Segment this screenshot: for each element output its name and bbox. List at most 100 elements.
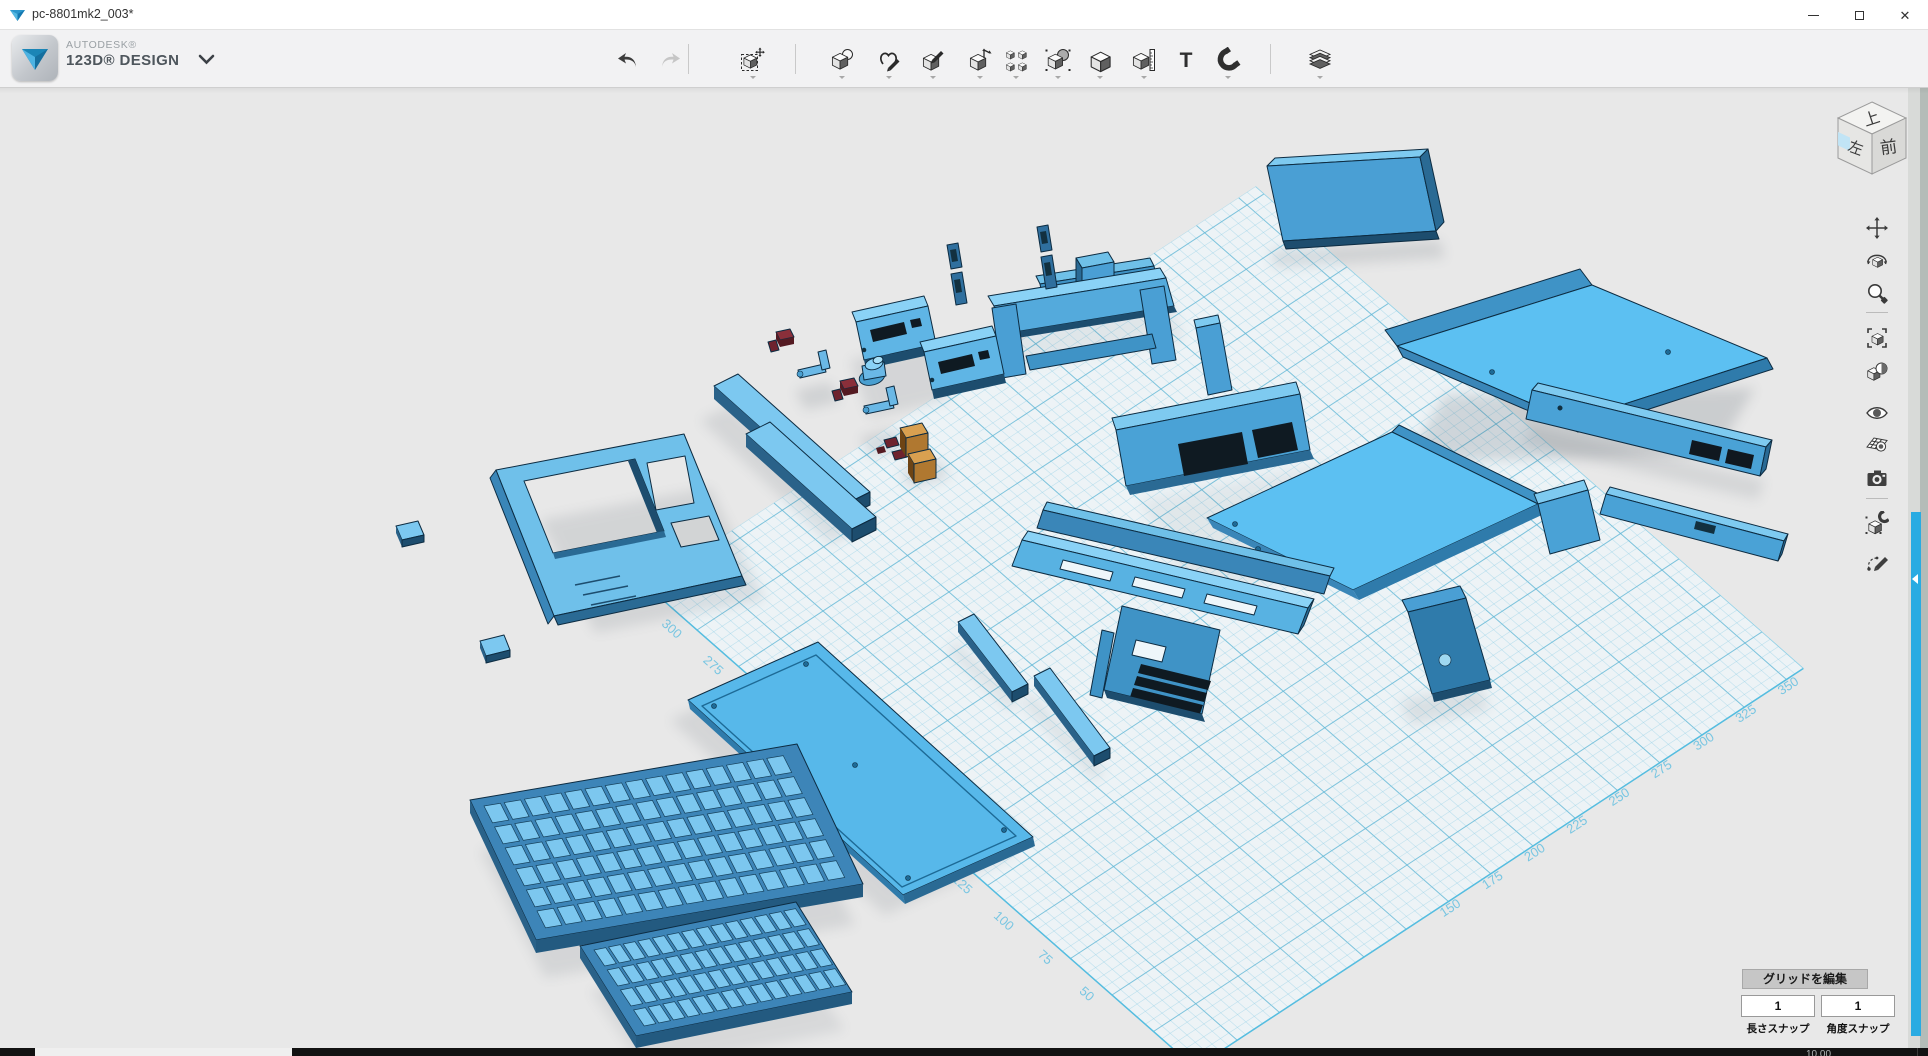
fit-icon <box>1865 326 1889 350</box>
maximize-icon <box>1855 11 1864 20</box>
angle-snap-input[interactable] <box>1821 995 1895 1017</box>
length-snap-label: 長さスナップ <box>1741 1021 1815 1036</box>
orbit-icon <box>1865 249 1889 273</box>
svg-text:T: T <box>1180 49 1193 72</box>
viewport-scene[interactable]: 1501752002252502753003253503002752502252… <box>0 88 1928 1048</box>
minimize-button[interactable] <box>1790 0 1836 30</box>
app-window: pc-8801mk2_003* ✕ AUTODESK® 123D® DESIGN… <box>0 0 1928 1056</box>
grid-visibility-button[interactable] <box>1863 429 1891 457</box>
pattern-button[interactable] <box>999 41 1033 79</box>
snap-box-button[interactable] <box>1863 509 1891 537</box>
app-logo[interactable] <box>12 35 58 81</box>
zoom-icon <box>1865 281 1889 305</box>
app-icon <box>9 8 26 23</box>
window-title: pc-8801mk2_003* <box>32 7 133 21</box>
fit-button[interactable] <box>1863 324 1891 352</box>
zoom-button[interactable] <box>1863 279 1891 307</box>
viewcube-front-label[interactable]: 前 <box>1879 137 1898 158</box>
construct-button[interactable] <box>916 41 950 79</box>
sketch-edit-icon <box>1865 549 1889 573</box>
primitives-icon <box>829 47 855 73</box>
app-header: AUTODESK® 123D® DESIGN T プレミアム版登録 (商業利用向… <box>0 30 1928 88</box>
orbit-button[interactable] <box>1863 247 1891 275</box>
brand-autodesk: AUTODESK® <box>66 39 179 52</box>
hide-button[interactable] <box>1863 399 1891 427</box>
dropdown-caret-icon <box>930 76 936 79</box>
screenshot-icon <box>1865 466 1889 490</box>
left-axis-label: 50 <box>1077 983 1098 1004</box>
measure-button[interactable] <box>1127 41 1161 79</box>
left-axis-label: 100 <box>991 908 1017 934</box>
grid-visibility-icon <box>1865 431 1889 455</box>
nav-toolbar-separator <box>1866 312 1888 313</box>
close-icon: ✕ <box>1900 9 1911 22</box>
toolbar-separator <box>795 44 796 74</box>
panel-handle[interactable] <box>1911 512 1921 1036</box>
dropdown-caret-icon <box>977 76 983 79</box>
dropdown-caret-icon <box>1225 76 1231 79</box>
length-snap-input[interactable] <box>1741 995 1815 1017</box>
part-back-panel[interactable] <box>1267 149 1444 249</box>
undo-button[interactable] <box>611 41 645 79</box>
brand-123d-design: 123D® DESIGN <box>66 52 179 71</box>
group-button[interactable] <box>1041 41 1075 79</box>
dropdown-caret-icon <box>1055 76 1061 79</box>
group-icon <box>1045 47 1071 73</box>
transform-move-icon <box>740 47 766 73</box>
shade-button[interactable] <box>1863 358 1891 386</box>
hide-icon <box>1865 401 1889 425</box>
dropdown-caret-icon <box>1141 76 1147 79</box>
minimize-icon <box>1808 15 1819 16</box>
autodesk-triangle-icon <box>12 35 58 81</box>
construct-icon <box>920 47 946 73</box>
text-icon: T <box>1173 47 1199 73</box>
dropdown-caret-icon <box>1097 76 1103 79</box>
brand-block: AUTODESK® 123D® DESIGN <box>66 39 179 71</box>
toolbar-separator <box>1270 44 1271 74</box>
combine-icon <box>1087 47 1113 73</box>
modify-icon <box>967 47 993 73</box>
primitives-button[interactable] <box>825 41 859 79</box>
pattern-icon <box>1003 47 1029 73</box>
snap-icon <box>1215 47 1241 73</box>
dropdown-caret-icon <box>1317 76 1323 79</box>
toolbar-separator <box>688 44 689 74</box>
dropdown-caret-icon <box>750 76 756 79</box>
pan-button[interactable] <box>1863 214 1891 242</box>
bottom-bar: 10.00 <box>0 1048 1928 1056</box>
viewport[interactable]: 1501752002252502753003253503002752502252… <box>0 88 1928 1048</box>
nav-toolbar-separator <box>1866 498 1888 499</box>
redo-button[interactable] <box>653 41 687 79</box>
sketch-icon <box>876 47 902 73</box>
redo-icon <box>657 47 683 73</box>
right-gutter-edge <box>1920 88 1928 1048</box>
view-cube[interactable]: 上 左 前 <box>1830 98 1914 182</box>
left-axis-label: 275 <box>700 652 726 678</box>
bottom-bar-divider <box>1917 1048 1918 1056</box>
clipped-bottom-text: 10.00 <box>1806 1049 1831 1056</box>
measure-icon <box>1131 47 1157 73</box>
left-axis-label: 75 <box>1035 947 1056 968</box>
material-icon <box>1307 47 1333 73</box>
undo-icon <box>615 47 641 73</box>
combine-button[interactable] <box>1083 41 1117 79</box>
shade-icon <box>1865 360 1889 384</box>
main-menu-chevron-icon[interactable] <box>198 54 215 65</box>
snap-button[interactable] <box>1211 41 1245 79</box>
pan-icon <box>1865 216 1889 240</box>
grid-edit-button[interactable]: グリッドを編集 <box>1742 969 1868 989</box>
panel-open-arrow-icon <box>1912 574 1918 584</box>
modify-button[interactable] <box>963 41 997 79</box>
dropdown-caret-icon <box>839 76 845 79</box>
close-button[interactable]: ✕ <box>1882 0 1928 30</box>
dropdown-caret-icon <box>886 76 892 79</box>
part-chip-2[interactable] <box>480 635 510 663</box>
material-button[interactable] <box>1303 41 1337 79</box>
part-chip-1[interactable] <box>396 521 424 547</box>
sketch-edit-button[interactable] <box>1863 547 1891 575</box>
transform-move-button[interactable] <box>736 41 770 79</box>
text-button[interactable]: T <box>1169 41 1203 79</box>
sketch-button[interactable] <box>872 41 906 79</box>
screenshot-button[interactable] <box>1863 464 1891 492</box>
maximize-button[interactable] <box>1836 0 1882 30</box>
